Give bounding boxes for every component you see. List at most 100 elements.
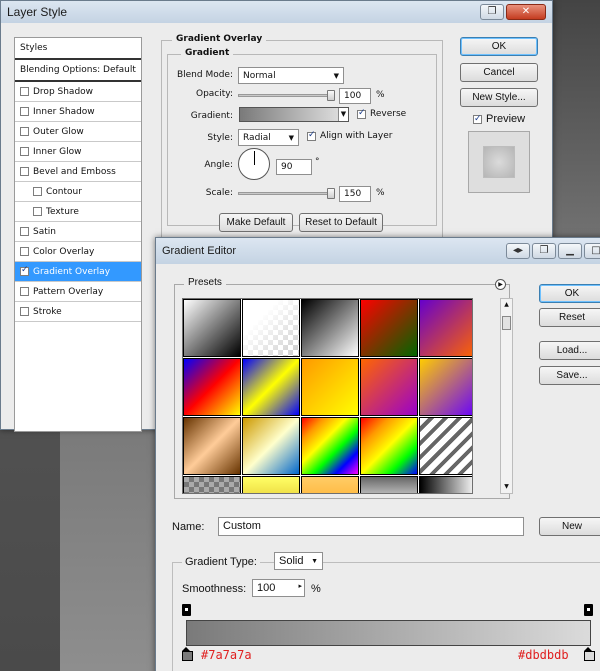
checkbox-icon[interactable] bbox=[33, 207, 42, 216]
minimize-icon[interactable]: ▁ bbox=[558, 243, 582, 259]
style-item-pattern-overlay[interactable]: Pattern Overlay bbox=[15, 282, 141, 302]
angle-field[interactable]: 90 bbox=[276, 159, 312, 175]
chevron-right-icon[interactable]: ▸ bbox=[298, 582, 302, 590]
opacity-field[interactable]: 100 bbox=[339, 88, 371, 104]
preset-swatch[interactable] bbox=[242, 299, 300, 357]
checkbox-icon[interactable] bbox=[20, 147, 29, 156]
cancel-button[interactable]: Cancel bbox=[460, 63, 538, 82]
presets-grid bbox=[182, 298, 473, 494]
preset-swatch[interactable] bbox=[419, 417, 472, 475]
style-item-outer-glow[interactable]: Outer Glow bbox=[15, 122, 141, 142]
name-field[interactable]: Custom bbox=[218, 517, 524, 536]
preset-swatch[interactable] bbox=[360, 476, 418, 493]
reset-to-default-button[interactable]: Reset to Default bbox=[299, 213, 383, 232]
style-item-color-overlay[interactable]: Color Overlay bbox=[15, 242, 141, 262]
ok-button[interactable]: OK bbox=[539, 284, 600, 303]
checkbox-icon[interactable] bbox=[20, 127, 29, 136]
maximize-icon[interactable]: □ bbox=[584, 243, 600, 259]
style-item-texture[interactable]: Texture bbox=[15, 202, 141, 222]
color-stop-left[interactable] bbox=[182, 647, 193, 661]
scroll-down-icon[interactable]: ▼ bbox=[501, 481, 512, 493]
scale-slider[interactable] bbox=[238, 192, 333, 195]
smoothness-field[interactable]: 100 ▸ bbox=[252, 579, 305, 597]
checkbox-icon[interactable] bbox=[307, 130, 316, 141]
gradient-type-label: Gradient Type: bbox=[182, 556, 260, 568]
preset-swatch[interactable] bbox=[183, 417, 241, 475]
preset-swatch[interactable] bbox=[360, 358, 418, 416]
preset-swatch[interactable] bbox=[301, 358, 359, 416]
close-icon[interactable]: ✕ bbox=[506, 4, 546, 20]
gradient-preview[interactable] bbox=[240, 108, 338, 121]
preset-swatch[interactable] bbox=[301, 299, 359, 357]
preset-swatch[interactable] bbox=[183, 299, 241, 357]
preset-swatch[interactable] bbox=[242, 417, 300, 475]
preset-swatch[interactable] bbox=[242, 476, 300, 493]
opacity-stop-left[interactable] bbox=[182, 604, 191, 616]
expand-icon[interactable]: ◂▸ bbox=[506, 243, 530, 259]
chevron-down-icon[interactable]: ▼ bbox=[338, 108, 348, 121]
checkbox-icon[interactable] bbox=[20, 167, 29, 176]
new-button[interactable]: New bbox=[539, 517, 600, 536]
reverse-checkbox[interactable]: Reverse bbox=[357, 108, 406, 119]
make-default-button[interactable]: Make Default bbox=[219, 213, 293, 232]
preset-swatch[interactable] bbox=[301, 476, 359, 493]
blending-options-item[interactable]: Blending Options: Default bbox=[15, 60, 141, 82]
checkbox-icon[interactable] bbox=[357, 108, 366, 119]
opacity-stop-right[interactable] bbox=[584, 604, 593, 616]
checkbox-icon[interactable] bbox=[20, 87, 29, 96]
scrollbar-thumb[interactable] bbox=[502, 316, 511, 330]
layer-style-titlebar[interactable]: Layer Style ❐ ✕ bbox=[1, 1, 552, 23]
preset-swatch[interactable] bbox=[360, 417, 418, 475]
preset-swatch[interactable] bbox=[183, 476, 241, 493]
style-item-drop-shadow[interactable]: Drop Shadow bbox=[15, 82, 141, 102]
presets-menu-icon[interactable]: ▶ bbox=[495, 279, 506, 290]
reset-button[interactable]: Reset bbox=[539, 308, 600, 327]
scale-slider-thumb[interactable] bbox=[327, 188, 335, 199]
opacity-slider[interactable] bbox=[238, 94, 333, 97]
blend-mode-select[interactable]: Normal ▼ bbox=[238, 67, 344, 84]
preview-checkbox[interactable]: Preview bbox=[473, 113, 525, 125]
presets-scrollbar[interactable]: ▲ ▼ bbox=[500, 298, 513, 494]
preset-swatch[interactable] bbox=[301, 417, 359, 475]
align-with-layer-checkbox[interactable]: Align with Layer bbox=[307, 130, 392, 141]
scale-field[interactable]: 150 bbox=[339, 186, 371, 202]
preset-swatch[interactable] bbox=[419, 299, 472, 357]
load-button[interactable]: Load... bbox=[539, 341, 600, 360]
preset-swatch[interactable] bbox=[419, 476, 472, 493]
styles-header[interactable]: Styles bbox=[15, 38, 141, 60]
checkbox-icon[interactable] bbox=[33, 187, 42, 196]
checkbox-icon[interactable] bbox=[473, 113, 482, 124]
gradient-picker[interactable]: ▼ bbox=[239, 107, 349, 122]
color-stop-right[interactable] bbox=[584, 647, 595, 661]
opacity-slider-thumb[interactable] bbox=[327, 90, 335, 101]
gradient-bar[interactable] bbox=[186, 620, 591, 646]
style-item-contour[interactable]: Contour bbox=[15, 182, 141, 202]
preset-swatch[interactable] bbox=[242, 358, 300, 416]
style-item-stroke[interactable]: Stroke bbox=[15, 302, 141, 322]
checkbox-icon[interactable] bbox=[20, 107, 29, 116]
scroll-up-icon[interactable]: ▲ bbox=[501, 299, 512, 311]
save-button[interactable]: Save... bbox=[539, 366, 600, 385]
style-select[interactable]: Radial ▼ bbox=[238, 129, 299, 146]
angle-dial[interactable] bbox=[238, 148, 270, 180]
restore-icon[interactable]: ❐ bbox=[480, 4, 504, 20]
checkbox-icon[interactable] bbox=[20, 307, 29, 316]
preset-swatch[interactable] bbox=[183, 358, 241, 416]
checkbox-icon[interactable] bbox=[20, 227, 29, 236]
style-item-satin[interactable]: Satin bbox=[15, 222, 141, 242]
checkbox-icon[interactable] bbox=[20, 265, 29, 276]
style-item-gradient-overlay[interactable]: Gradient Overlay bbox=[15, 262, 141, 282]
restore-icon[interactable]: ❐ bbox=[532, 243, 556, 259]
checkbox-icon[interactable] bbox=[20, 287, 29, 296]
checkbox-icon[interactable] bbox=[20, 247, 29, 256]
preset-swatch[interactable] bbox=[360, 299, 418, 357]
preset-swatch[interactable] bbox=[419, 358, 472, 416]
style-item-bevel-and-emboss[interactable]: Bevel and Emboss bbox=[15, 162, 141, 182]
gradient-editor-titlebar[interactable]: Gradient Editor ◂▸ ❐ ▁ □ bbox=[156, 238, 600, 264]
gradient-type-select[interactable]: Solid ▼ bbox=[274, 552, 323, 570]
style-item-inner-shadow[interactable]: Inner Shadow bbox=[15, 102, 141, 122]
new-style-button[interactable]: New Style... bbox=[460, 88, 538, 107]
ok-button[interactable]: OK bbox=[460, 37, 538, 56]
style-item-label: Bevel and Emboss bbox=[33, 166, 116, 177]
style-item-inner-glow[interactable]: Inner Glow bbox=[15, 142, 141, 162]
